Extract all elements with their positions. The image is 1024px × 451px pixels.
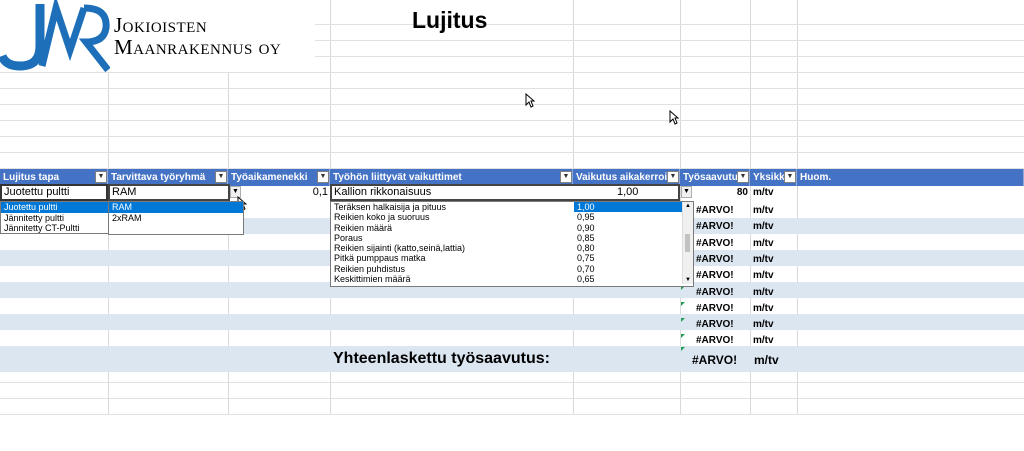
tyoryhma-value: RAM <box>112 186 137 198</box>
filter-dropdown-icon[interactable]: ▼ <box>667 171 679 183</box>
scroll-thumb[interactable] <box>685 234 690 252</box>
cell-tyosaavutus-error: #ARVO! <box>696 221 734 233</box>
vaikutin-option[interactable]: Reikien sijainti (katto,seinä,lattia) 0,8… <box>331 243 693 253</box>
cell-tyosaavutus: 80 <box>736 187 748 198</box>
lujitus-option[interactable]: Juotettu pultti <box>1 202 109 213</box>
lujitus-tapa-dropdown-list[interactable]: Juotettu pultti Jännitetty pultti Jännit… <box>0 201 110 234</box>
dropdown-arrow-icon[interactable]: ▼ <box>681 186 692 198</box>
filter-dropdown-icon[interactable]: ▼ <box>95 171 107 183</box>
tyoryhma-option[interactable]: 2xRAM <box>109 213 243 224</box>
cell-tyosaavutus-error: #ARVO! <box>696 319 734 331</box>
vaikutin-name: Reikien puhdistus <box>334 263 406 274</box>
vaikutin-name: Reikien sijainti (katto,seinä,lattia) <box>334 243 466 254</box>
filter-dropdown-icon[interactable]: ▼ <box>215 171 227 183</box>
cell-yksikko: m/tv <box>753 335 774 347</box>
vaikutin-value: 0,70 <box>577 263 595 274</box>
vaikutin-value: 0,90 <box>577 222 595 233</box>
cell-yksikko: m/tv <box>753 286 774 298</box>
vaikuttimet-combobox[interactable]: Kallion rikkonaisuus 1,00 <box>330 184 680 201</box>
vaikutin-value: 0,75 <box>577 253 595 264</box>
filter-dropdown-icon[interactable]: ▼ <box>560 171 572 183</box>
cell-yksikko: m/tv <box>753 270 774 282</box>
cell-tyosaavutus-error: #ARVO! <box>696 286 734 298</box>
cell-tyosaavutus-error: #ARVO! <box>696 270 734 282</box>
error-indicator <box>681 318 685 323</box>
cell-lujitus-tapa-value: Juotettu pultti <box>4 186 70 198</box>
list-scrollbar[interactable]: ▲ ▼ <box>682 202 693 284</box>
scroll-down-icon[interactable]: ▼ <box>683 276 693 284</box>
cell-tyoaika[interactable]: 0,1 <box>242 184 328 200</box>
sheet-title: Lujitus <box>412 7 488 33</box>
vaikutin-name: Reikien koko ja suoruus <box>334 212 430 223</box>
jmr-logo-icon <box>0 0 110 72</box>
cell-lujitus-tapa[interactable]: Juotettu pultti <box>0 184 108 201</box>
tyoryhma-combobox[interactable]: RAM <box>108 184 230 201</box>
cell-tyosaavutus-error: #ARVO! <box>696 205 734 216</box>
cell-tyosaavutus-error: #ARVO! <box>696 302 734 314</box>
vaikuttimet-dropdown-list[interactable]: Teräksen halkaisija ja pituus 1,00 Reikien… <box>330 201 694 287</box>
vaikutin-value: 0,95 <box>577 212 595 223</box>
vaikutin-option[interactable]: Reikien koko ja suoruus 0,95 <box>331 212 693 222</box>
company-logo: Jokioisten Maanrakennus oy <box>0 0 315 72</box>
logo-line1: Jokioisten <box>114 13 208 37</box>
lujitus-option[interactable]: Jännitetty CT-Pultti <box>1 223 109 234</box>
total-label: Yhteenlaskettu työsaavutus: <box>333 350 550 367</box>
lujitus-option[interactable]: Jännitetty pultti <box>1 213 109 224</box>
cell-yksikko: m/tv <box>753 253 774 265</box>
error-indicator <box>681 334 685 339</box>
vaikutin-value: 0,65 <box>577 274 595 285</box>
tyoryhma-dropdown-list[interactable]: RAM 2xRAM <box>108 201 244 235</box>
vaikutin-option[interactable]: Pitkä pumppaus matka 0,75 <box>331 253 693 263</box>
cell-yksikko: m/tv <box>753 205 774 216</box>
vaikutin-option[interactable]: Keskittimien määrä 0,65 <box>331 274 693 284</box>
vaikutin-name: Keskittimien määrä <box>334 274 411 285</box>
vaikutin-option[interactable]: Reikien puhdistus 0,70 <box>331 264 693 274</box>
cell-tyosaavutus-error: #ARVO! <box>696 335 734 347</box>
cell-yksikko: m/tv <box>753 302 774 314</box>
filter-dropdown-icon[interactable]: ▼ <box>317 171 329 183</box>
vaikutin-name: Poraus <box>334 232 363 243</box>
cell-tyosaavutus-error: #ARVO! <box>696 253 734 265</box>
cell-yksikko: m/tv <box>753 237 774 249</box>
error-indicator <box>681 347 685 351</box>
vaikuttimet-value: Kallion rikkonaisuus <box>334 186 432 198</box>
mouse-cursor-icon <box>669 110 679 125</box>
tyoryhma-option[interactable]: RAM <box>109 202 243 213</box>
logo-line2: Maanrakennus oy <box>114 35 282 59</box>
filter-dropdown-icon[interactable]: ▼ <box>784 171 796 183</box>
vaikutin-name: Teräksen halkaisija ja pituus <box>334 202 447 212</box>
aikakerroin-value: 1,00 <box>617 186 639 198</box>
mouse-cursor-icon <box>525 93 535 108</box>
error-indicator <box>681 301 685 306</box>
vaikutin-value: 0,85 <box>577 232 595 243</box>
vaikutin-option[interactable]: Poraus 0,85 <box>331 233 693 243</box>
filter-dropdown-icon[interactable]: ▼ <box>737 171 749 183</box>
vaikutin-name: Pitkä pumppaus matka <box>334 253 426 264</box>
total-value: #ARVO! <box>692 353 738 367</box>
vaikutin-value: 0,80 <box>577 243 595 254</box>
scroll-up-icon[interactable]: ▲ <box>683 202 693 210</box>
cell-yksikko: m/tv <box>753 319 774 331</box>
vaikutin-value: 1,00 <box>574 202 683 213</box>
cell-tyosaavutus-error: #ARVO! <box>696 237 734 249</box>
total-unit: m/tv <box>754 353 779 367</box>
cell-yksikko: m/tv <box>753 221 774 233</box>
vaikutin-option[interactable]: Teräksen halkaisija ja pituus 1,00 <box>331 202 693 213</box>
header-huom[interactable]: Huom. <box>797 169 1024 186</box>
cell-yksikko: m/tv <box>753 187 774 198</box>
vaikutin-name: Reikien määrä <box>334 222 393 233</box>
vaikutin-option[interactable]: Reikien määrä 0,90 <box>331 223 693 233</box>
